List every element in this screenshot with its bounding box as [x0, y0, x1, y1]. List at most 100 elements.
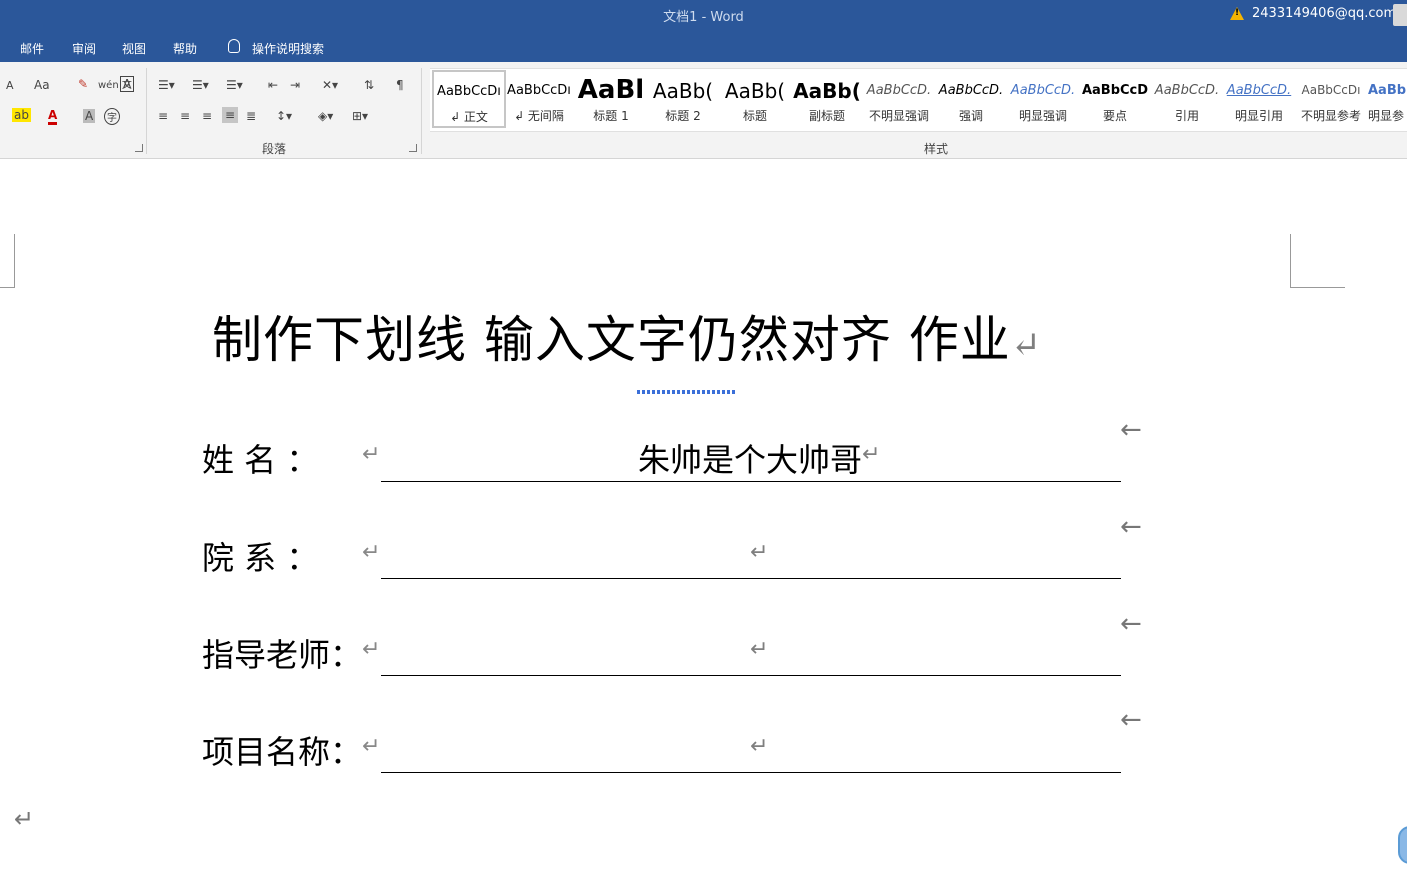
style-preview: AaBbCcD. [1010, 83, 1076, 98]
show-marks-icon[interactable]: ¶ [396, 78, 404, 92]
style-preview: AaBbCcD. [866, 83, 932, 98]
increase-indent-icon[interactable]: ⇥ [290, 78, 300, 92]
tab-view[interactable]: 视图 [122, 40, 146, 57]
row-end-mark: ← [1120, 609, 1142, 639]
style-name: 不明显强调 [868, 109, 929, 123]
ribbon: A Aa ✎ wén 文 A ab A A 字 ☰▾ ☰▾ ☰▾ ⇤ ⇥ ✕▾ … [0, 62, 1407, 159]
group-separator [146, 68, 147, 154]
font-color-icon[interactable]: A [48, 108, 58, 125]
style-preview: AaBbCcD. [1226, 83, 1292, 98]
style-preview: AaBbCcDı [1301, 83, 1361, 97]
style-name: 标题 [742, 109, 767, 123]
tab-mailings[interactable]: 邮件 [20, 40, 44, 57]
style-name: 标题 2 [665, 109, 701, 123]
final-paragraph-mark[interactable]: ↵ [14, 805, 34, 833]
style-name: 不明显参考 [1300, 109, 1361, 123]
change-case-button[interactable]: Aa [34, 78, 50, 92]
tab-review[interactable]: 审阅 [72, 40, 96, 57]
label-department: 院 系 ： [202, 539, 319, 577]
highlight-icon[interactable]: ab [12, 108, 31, 122]
style-subtle-reference[interactable]: AaBbCcDı 不明显参考 [1296, 71, 1366, 127]
paragraph-dialog-launcher[interactable] [409, 144, 417, 152]
label-advisor: 指导老师： [202, 636, 363, 674]
sort-icon[interactable]: ⇅ [364, 78, 374, 92]
style-heading-2[interactable]: AaBb( 标题 2 [648, 71, 718, 127]
align-right-icon[interactable]: ≡ [202, 109, 212, 123]
cell-mark[interactable]: ↵ [750, 540, 768, 565]
underline-name [381, 481, 1121, 482]
borders-icon[interactable]: ⊞▾ [352, 109, 368, 123]
style-intense-emphasis[interactable]: AaBbCcD. 明显强调 [1008, 71, 1078, 127]
cell-mark[interactable]: ↵ [750, 734, 768, 759]
style-strong[interactable]: AaBbCcD 要点 [1080, 71, 1150, 127]
style-emphasis[interactable]: AaBbCcD. 强调 [936, 71, 1006, 127]
style-quote[interactable]: AaBbCcD. 引用 [1152, 71, 1222, 127]
warning-icon [1230, 7, 1244, 20]
decrease-indent-icon[interactable]: ⇤ [268, 78, 278, 92]
tab-help[interactable]: 帮助 [173, 40, 197, 57]
bullets-icon[interactable]: ☰▾ [158, 78, 175, 92]
style-name: 强调 [958, 109, 983, 123]
style-no-spacing[interactable]: AaBbCcDı ↲ 无间隔 [504, 71, 574, 127]
window-title: 文档1 - Word [663, 10, 744, 25]
style-preview: AaBbCcD. [938, 83, 1004, 98]
style-preview: AaBb( [793, 79, 861, 103]
align-center-icon[interactable]: ≡ [180, 109, 190, 123]
style-intense-quote[interactable]: AaBbCcD. 明显引用 [1224, 71, 1294, 127]
style-normal[interactable]: AaBbCcDı ↲ 正文 [432, 70, 506, 128]
justify-icon[interactable]: ≡ [222, 107, 239, 123]
cell-mark: ↵ [362, 540, 381, 565]
style-intense-reference[interactable]: AaBb( 明显参 [1368, 71, 1407, 127]
shading-icon[interactable]: ◈▾ [318, 109, 333, 123]
grammar-squiggle[interactable] [637, 390, 735, 394]
style-preview: AaBbCcD [1081, 83, 1149, 98]
align-left-icon[interactable]: ≡ [158, 109, 168, 123]
styles-gallery: AaBbCcDı ↲ 正文 AaBbCcDı ↲ 无间隔 AaBl 标题 1 A… [430, 68, 1407, 132]
text-direction-icon[interactable]: ✕▾ [322, 78, 338, 92]
label-name: 姓 名 ： [202, 441, 319, 479]
style-preview: AaBbCcDı [507, 83, 571, 98]
title-bar: 文档1 - Word 2433149406@qq.com [0, 0, 1407, 32]
style-subtitle[interactable]: AaBb( 副标题 [792, 71, 862, 127]
distributed-icon[interactable]: ≣ [246, 109, 256, 123]
style-preview: AaBb( [1368, 83, 1407, 98]
tell-me-search[interactable]: 操作说明搜索 [252, 40, 324, 57]
paragraph-mark: ↵ [1010, 325, 1042, 366]
style-heading-1[interactable]: AaBl 标题 1 [576, 71, 646, 127]
char-border-icon[interactable]: A [120, 76, 135, 92]
avatar[interactable] [1393, 4, 1407, 26]
font-dialog-launcher[interactable] [135, 144, 143, 152]
cell-mark: ↵ [862, 442, 881, 467]
cell-mark[interactable]: ↵ [750, 637, 768, 662]
account-email[interactable]: 2433149406@qq.com [1252, 6, 1396, 21]
cell-mark: ↵ [362, 637, 381, 662]
name-value[interactable]: 朱帅是个大帅哥 [638, 435, 862, 481]
numbering-icon[interactable]: ☰▾ [192, 78, 209, 92]
line-spacing-icon[interactable]: ↕▾ [276, 109, 292, 123]
lightbulb-icon [228, 39, 240, 53]
style-name: 副标题 [808, 109, 845, 123]
style-name: ↲ 无间隔 [514, 109, 564, 123]
style-name: 标题 1 [593, 109, 629, 123]
style-name: ↲ 正文 [450, 110, 488, 124]
style-preview: AaBbCcDı [437, 84, 501, 99]
ribbon-tabs: 邮件 审阅 视图 帮助 操作说明搜索 [0, 32, 1407, 62]
clear-format-icon[interactable]: ✎ [78, 77, 88, 91]
multilevel-list-icon[interactable]: ☰▾ [226, 78, 243, 92]
enclose-char-icon[interactable]: 字 [104, 108, 120, 125]
underline-department [381, 578, 1121, 579]
shrink-font-icon[interactable]: A [6, 79, 14, 92]
style-name: 明显引用 [1234, 109, 1283, 123]
cell-mark: ↵ [362, 734, 381, 759]
floating-assistant-icon[interactable] [1398, 826, 1407, 864]
style-preview: AaBb( [724, 79, 786, 103]
char-shading-icon[interactable]: A [83, 109, 96, 123]
account-area[interactable]: 2433149406@qq.com [1230, 6, 1396, 21]
document-heading[interactable]: 制作下划线 输入文字仍然对齐 作业↵ [212, 300, 1042, 372]
style-subtle-emphasis[interactable]: AaBbCcD. 不明显强调 [864, 71, 934, 127]
underline-advisor [381, 675, 1121, 676]
heading-text[interactable]: 制作下划线 输入文字仍然对齐 作业 [212, 311, 1011, 369]
row-end-mark: ← [1120, 705, 1142, 735]
styles-group-label: 样式 [924, 142, 949, 156]
style-title[interactable]: AaBb( 标题 [720, 71, 790, 127]
